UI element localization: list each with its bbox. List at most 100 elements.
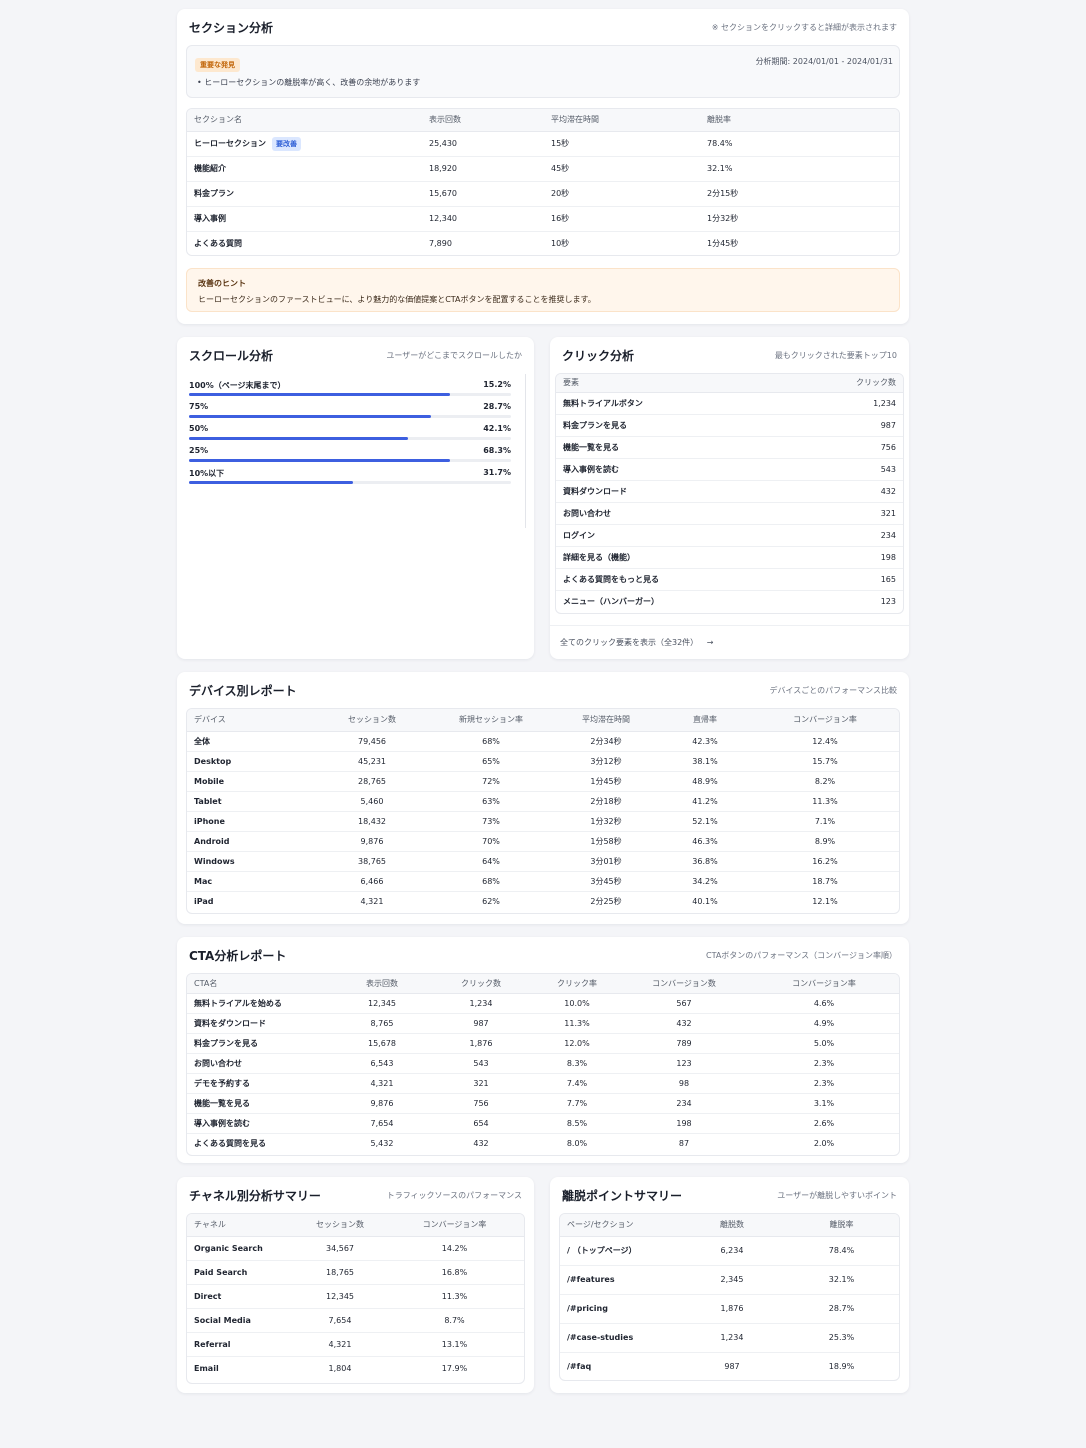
exit-count-cell: 1,234 [680,1323,784,1353]
key-finding-box: 重要な発見 • ヒーローセクションの離脱率が高く、改善の余地があります 分析期間… [186,45,900,98]
bounce-rate-cell: 46.3% [659,831,751,852]
channel-row: Direct 12,345 11.3% [187,1284,524,1309]
click-count: 321 [788,502,903,525]
cta-conversions-cell: 198 [619,1113,749,1134]
show-all-clicks-link[interactable]: 全てのクリック要素を表示（全32件） → [560,637,713,648]
section-row[interactable]: 機能紹介 18,920 45秒 32.1% [187,156,899,182]
new-session-rate-cell: 63% [429,791,553,812]
channel-name: Paid Search [187,1260,295,1285]
section-row[interactable]: 導入事例 12,340 16秒 1分32秒 [187,206,899,232]
cta-ctr-cell: 8.0% [566,1138,588,1148]
click-count: 987 [788,414,903,437]
channel-sessions-cell: 4,321 [295,1332,385,1357]
bounce-rate-cell: 36.8% [659,851,751,872]
cta-clicks-cell: 1,876 [427,1033,535,1054]
col-conversion-rate: コンバージョン率 [751,709,899,732]
section-row[interactable]: ヒーローセクション 要改善 25,430 15秒 78.4% [187,131,899,157]
new-session-rate-cell: 64% [429,851,553,872]
cta-row: 資料をダウンロード 8,765 987 11.3% 432 4.9% [187,1013,899,1034]
sessions-cell: 18,432 [315,811,429,832]
col-cta-conversions: コンバージョン数 [619,974,749,994]
sessions-cell: 45,231 [315,751,429,772]
device-name: Windows [187,851,315,872]
device-report-subtitle: デバイスごとのパフォーマンス比較 [769,685,897,695]
conversion-rate-cell: 16.2% [751,851,899,872]
sessions-cell: 79,456 [315,731,429,752]
scroll-depth-value: 15.2% [483,380,511,389]
cta-conversion-rate-cell: 2.3% [749,1073,899,1094]
channel-sessions-cell: 12,345 [295,1284,385,1309]
cta-conversions-cell: 432 [619,1013,749,1034]
section-row[interactable]: 料金プラン 15,670 20秒 2分15秒 [187,181,899,207]
scroll-depth-bar [189,415,431,418]
bounce-rate-cell: 34.2% [659,871,751,892]
scroll-list[interactable]: 100%（ページ末尾まで） 15.2% 75% 28.7% 50% 42.1% 25% 68.… [177,374,526,528]
channel-row: Organic Search 34,567 14.2% [187,1236,524,1261]
cta-clicks-cell: 756 [427,1093,535,1114]
scroll-depth-row: 50% 42.1% [177,420,525,442]
col-sessions: セッション数 [315,709,429,732]
views-cell: 25,430 [422,131,544,157]
click-element-name: お問い合わせ [556,502,789,525]
click-count: 432 [788,480,903,503]
scroll-depth-track [189,459,511,462]
scroll-depth-row: 100%（ページ末尾まで） 15.2% [177,376,525,398]
exit-page: /#features [560,1265,680,1295]
new-session-rate-cell: 68% [429,731,553,752]
click-row: 詳細を見る（機能） 198 [556,546,903,569]
exit-count-cell: 2,345 [680,1265,784,1295]
click-element-name: 無料トライアルボタン [556,392,789,415]
channel-name: Social Media [187,1308,295,1333]
col-avg-duration: 平均滞在時間 [553,709,659,732]
cta-clicks-cell: 654 [427,1113,535,1134]
avg-duration-cell: 3分12秒 [553,751,659,772]
device-name: iPhone [187,811,315,832]
scroll-analysis-title: スクロール分析 [189,348,274,363]
device-report-card: デバイス別レポート デバイスごとのパフォーマンス比較 デバイス セッション数 新… [177,672,909,924]
conversion-rate-cell: 8.2% [751,771,899,792]
cta-views-cell: 4,321 [337,1073,427,1094]
new-session-rate-cell: 62% [482,896,500,906]
click-row: よくある質問をもっと見る 165 [556,568,903,591]
col-cta-views: 表示回数 [337,974,427,994]
views-cell: 18,920 [422,156,544,182]
device-row: 全体 79,456 68% 2分34秒 42.3% 12.4% [187,731,899,752]
sessions-cell: 4,321 [360,896,384,906]
new-session-rate-cell: 73% [429,811,553,832]
scroll-depth-label: 100%（ページ末尾まで） [189,381,286,390]
col-cta-clicks: クリック数 [427,974,535,994]
cta-conversions-cell: 123 [619,1053,749,1074]
click-element-name: 機能一覧を見る [556,436,789,459]
cta-conversion-rate-cell: 3.1% [749,1093,899,1114]
exit-rate-cell: 78.4% [700,131,899,157]
exit-rate-cell: 18.9% [828,1362,855,1372]
cta-name: よくある質問を見る [194,1138,266,1148]
section-row[interactable]: よくある質問 7,890 10秒 1分45秒 [187,231,899,255]
channel-sessions-cell: 34,567 [295,1236,385,1261]
section-name-cell: 料金プラン [187,181,422,207]
channel-name: Direct [187,1284,295,1309]
device-table-header: デバイス セッション数 新規セッション率 平均滞在時間 直帰率 コンバージョン率 [187,709,899,732]
col-exit-count: 離脱数 [680,1214,784,1237]
cta-row: 導入事例を読む 7,654 654 8.5% 198 2.6% [187,1113,899,1134]
click-table: 要素 クリック数 無料トライアルボタン 1,234 料金プランを見る 987 機能一覧を… [555,373,904,614]
cta-conversion-rate-cell: 5.0% [749,1033,899,1054]
cta-conversion-rate-cell: 4.9% [749,1013,899,1034]
exit-rate-cell: 32.1% [700,156,899,182]
section-analysis-note: ※ セクションをクリックすると詳細が表示されます [711,22,897,32]
scroll-depth-track [189,437,511,440]
cta-conversions-cell: 98 [619,1073,749,1094]
col-views: 表示回数 [422,109,544,132]
channel-name: Email [194,1363,219,1373]
exit-summary-subtitle: ユーザーが離脱しやすいポイント [777,1190,897,1200]
hint-text: ヒーローセクションのファーストビューに、より魅力的な価値提案とCTAボタンを配置… [198,295,596,304]
cta-row: 無料トライアルを始める 12,345 1,234 10.0% 567 4.6% [187,993,899,1014]
click-count: 543 [788,458,903,481]
cta-views-cell: 9,876 [337,1093,427,1114]
channel-name: Referral [187,1332,295,1357]
views-cell: 12,340 [422,206,544,232]
click-count: 234 [788,524,903,547]
avg-time-cell: 45秒 [544,156,700,182]
click-element-name: よくある質問をもっと見る [556,568,789,591]
dashboard: セクション分析 ※ セクションをクリックすると詳細が表示されます 重要な発見 •… [0,0,1086,1448]
